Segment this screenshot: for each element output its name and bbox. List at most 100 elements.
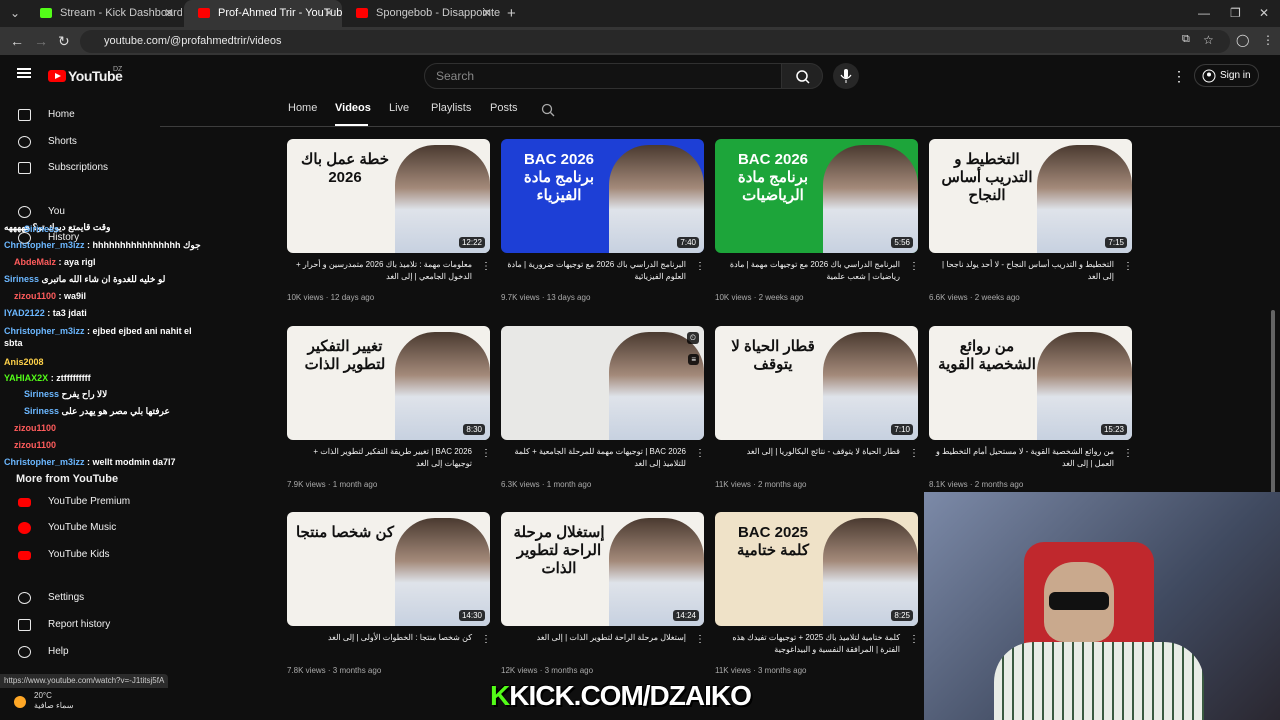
view-count: 10K views	[287, 293, 324, 302]
tab-close-icon[interactable]: ✕	[164, 0, 174, 27]
video-duration: 15:23	[1100, 424, 1127, 435]
tab-posts[interactable]: Posts	[490, 102, 518, 114]
video-thumbnail[interactable]: ⏲ ≡	[501, 326, 704, 440]
tab-videos[interactable]: Videos	[335, 102, 371, 114]
search-input[interactable]: Search	[424, 63, 782, 89]
video-thumbnail[interactable]: BAC 2026 برنامج مادة الفيزياء 7:40	[501, 139, 704, 253]
sign-in-button[interactable]: Sign in	[1194, 64, 1259, 87]
voice-search-button[interactable]	[833, 63, 859, 89]
video-more-icon[interactable]: ⋮	[695, 261, 705, 272]
account-icon	[1202, 69, 1216, 83]
watch-later-icon[interactable]: ⏲	[686, 332, 699, 344]
video-meta: 10K views · 2 weeks ago	[715, 293, 804, 302]
upload-age: 3 months ago	[332, 666, 382, 675]
video-more-icon[interactable]: ⋮	[481, 261, 491, 272]
tab-playlists[interactable]: Playlists	[431, 102, 471, 114]
video-title[interactable]: كلمة ختامية لتلاميذ باك 2025 + توجيهات ت…	[715, 632, 900, 656]
sidebar-item-help[interactable]: Help	[0, 639, 160, 665]
video-more-icon[interactable]: ⋮	[909, 261, 919, 272]
thumbnail-text: كن شخصا منتجا	[295, 524, 395, 541]
weather-widget[interactable]: 20°C سماء صافية	[34, 691, 74, 711]
video-thumbnail[interactable]: التخطيط و التدريب أساس النجاح 7:15	[929, 139, 1132, 253]
browser-menu-icon[interactable]: ⋮	[1262, 33, 1274, 47]
forward-icon[interactable]: →	[34, 33, 48, 49]
video-title[interactable]: البرنامج الدراسي باك 2026 مع توجيهات ضرو…	[501, 259, 686, 283]
subscriptions-icon	[18, 162, 31, 174]
presenter-image	[609, 332, 704, 440]
add-to-queue-icon[interactable]: ≡	[688, 354, 699, 365]
sidebar-item-youtube-kids[interactable]: YouTube Kids	[0, 542, 160, 568]
microphone-icon	[840, 69, 852, 83]
page-scrollbar[interactable]	[1271, 310, 1275, 495]
sidebar-item-label: You	[48, 206, 65, 217]
reload-icon[interactable]: ↻	[58, 33, 70, 50]
channel-search-icon[interactable]	[541, 103, 555, 117]
youtube-favicon-icon	[356, 8, 368, 18]
sidebar-item-youtube-premium[interactable]: YouTube Premium	[0, 489, 160, 515]
sidebar-item-subscriptions[interactable]: Subscriptions	[0, 155, 160, 181]
video-title[interactable]: معلومات مهمة : تلاميذ باك 2026 متمدرسين …	[287, 259, 472, 283]
video-more-icon[interactable]: ⋮	[695, 634, 705, 645]
video-title[interactable]: البرنامج الدراسي باك 2026 مع توجيهات مهم…	[715, 259, 900, 283]
tab-live[interactable]: Live	[389, 102, 409, 114]
video-thumbnail[interactable]: BAC 2026 برنامج مادة الرياضيات 5:56	[715, 139, 918, 253]
url-field[interactable]: youtube.com/@profahmedtrir/videos	[80, 30, 1230, 53]
restore-icon[interactable]: ❐	[1230, 0, 1241, 27]
sidebar-item-shorts[interactable]: Shorts	[0, 129, 160, 155]
view-count: 8.1K views	[929, 480, 968, 489]
video-title[interactable]: قطار الحياة لا يتوقف - نتائج البكالوريا …	[715, 446, 900, 458]
minimize-icon[interactable]: —	[1198, 0, 1210, 27]
video-thumbnail[interactable]: من روائع الشخصية القوية 15:23	[929, 326, 1132, 440]
browser-tab-youtube[interactable]: Prof-Ahmed Trir - YouTube ✕	[184, 0, 342, 27]
bookmark-star-icon[interactable]: ☆	[1203, 33, 1214, 47]
video-thumbnail[interactable]: إستغلال مرحلة الراحة لتطوير الذات 14:24	[501, 512, 704, 626]
back-icon[interactable]: ←	[10, 33, 24, 49]
profile-icon[interactable]: ◯	[1236, 33, 1249, 47]
sidebar-item-home[interactable]: Home	[0, 102, 160, 128]
tab-home[interactable]: Home	[288, 102, 317, 114]
close-window-icon[interactable]: ✕	[1259, 0, 1269, 27]
video-more-icon[interactable]: ⋮	[1123, 261, 1133, 272]
video-more-icon[interactable]: ⋮	[909, 448, 919, 459]
video-title[interactable]: إستغلال مرحلة الراحة لتطوير الذات | إلى …	[501, 632, 686, 644]
video-thumbnail[interactable]: قطار الحياة لا يتوقف 7:10	[715, 326, 918, 440]
tab-close-icon[interactable]: ✕	[324, 0, 334, 27]
search-button[interactable]	[781, 63, 823, 89]
video-title[interactable]: من روائع الشخصية القوية - لا مستحيل أمام…	[929, 446, 1114, 470]
browser-tab-spongebob[interactable]: Spongebob - Disappointed So ✕	[342, 0, 500, 27]
settings-more-icon[interactable]: ⋮	[1172, 68, 1186, 85]
kick-favicon-icon	[40, 8, 52, 18]
meta-separator: ·	[750, 666, 758, 675]
video-title[interactable]: التخطيط و التدريب أساس النجاح - لا أحد ي…	[929, 259, 1114, 283]
video-thumbnail[interactable]: تغيير التفكير لتطوير الذات 8:30	[287, 326, 490, 440]
install-app-icon[interactable]: ⧉	[1182, 33, 1190, 46]
upload-age: 2 months ago	[757, 480, 807, 489]
video-more-icon[interactable]: ⋮	[481, 448, 491, 459]
tab-close-icon[interactable]: ✕	[482, 0, 492, 27]
video-thumbnail[interactable]: BAC 2025 كلمة ختامية 8:25	[715, 512, 918, 626]
sidebar-item-settings[interactable]: Settings	[0, 585, 160, 611]
video-more-icon[interactable]: ⋮	[481, 634, 491, 645]
sidebar-item-youtube-music[interactable]: YouTube Music	[0, 515, 160, 541]
new-tab-button[interactable]: +	[507, 0, 516, 27]
video-title[interactable]: BAC 2026 | تغيير طريقة التفكير لتطوير ال…	[287, 446, 472, 470]
more-from-youtube-heading: More from YouTube	[16, 473, 119, 485]
sidebar-item-report-history[interactable]: Report history	[0, 612, 160, 638]
video-more-icon[interactable]: ⋮	[909, 634, 919, 645]
video-more-icon[interactable]: ⋮	[695, 448, 705, 459]
sidebar-item-label: Settings	[48, 592, 85, 603]
tab-search-icon[interactable]: ⌄	[10, 0, 20, 27]
view-count: 7.9K views	[287, 480, 326, 489]
hamburger-menu-icon[interactable]	[17, 68, 31, 78]
sign-in-label: Sign in	[1220, 70, 1251, 81]
video-title[interactable]: كن شخصا منتجا : الخطوات الأولى | إلى الغ…	[287, 632, 472, 644]
video-duration: 12:22	[458, 237, 485, 248]
video-thumbnail[interactable]: خطة عمل باك 2026 12:22	[287, 139, 490, 253]
video-thumbnail[interactable]: كن شخصا منتجا 14:30	[287, 512, 490, 626]
video-more-icon[interactable]: ⋮	[1123, 448, 1133, 459]
chat-message: Siriness لالا راح يفرح	[24, 389, 108, 399]
chat-message: AbdeMaiz : aya rigl	[14, 257, 96, 267]
youtube-logo-icon[interactable]	[48, 70, 66, 82]
video-title[interactable]: BAC 2026 | توجيهات مهمة للمرحلة الجامعية…	[501, 446, 686, 470]
browser-tab-kick[interactable]: Stream - Kick Dashboard ✕	[26, 0, 182, 27]
